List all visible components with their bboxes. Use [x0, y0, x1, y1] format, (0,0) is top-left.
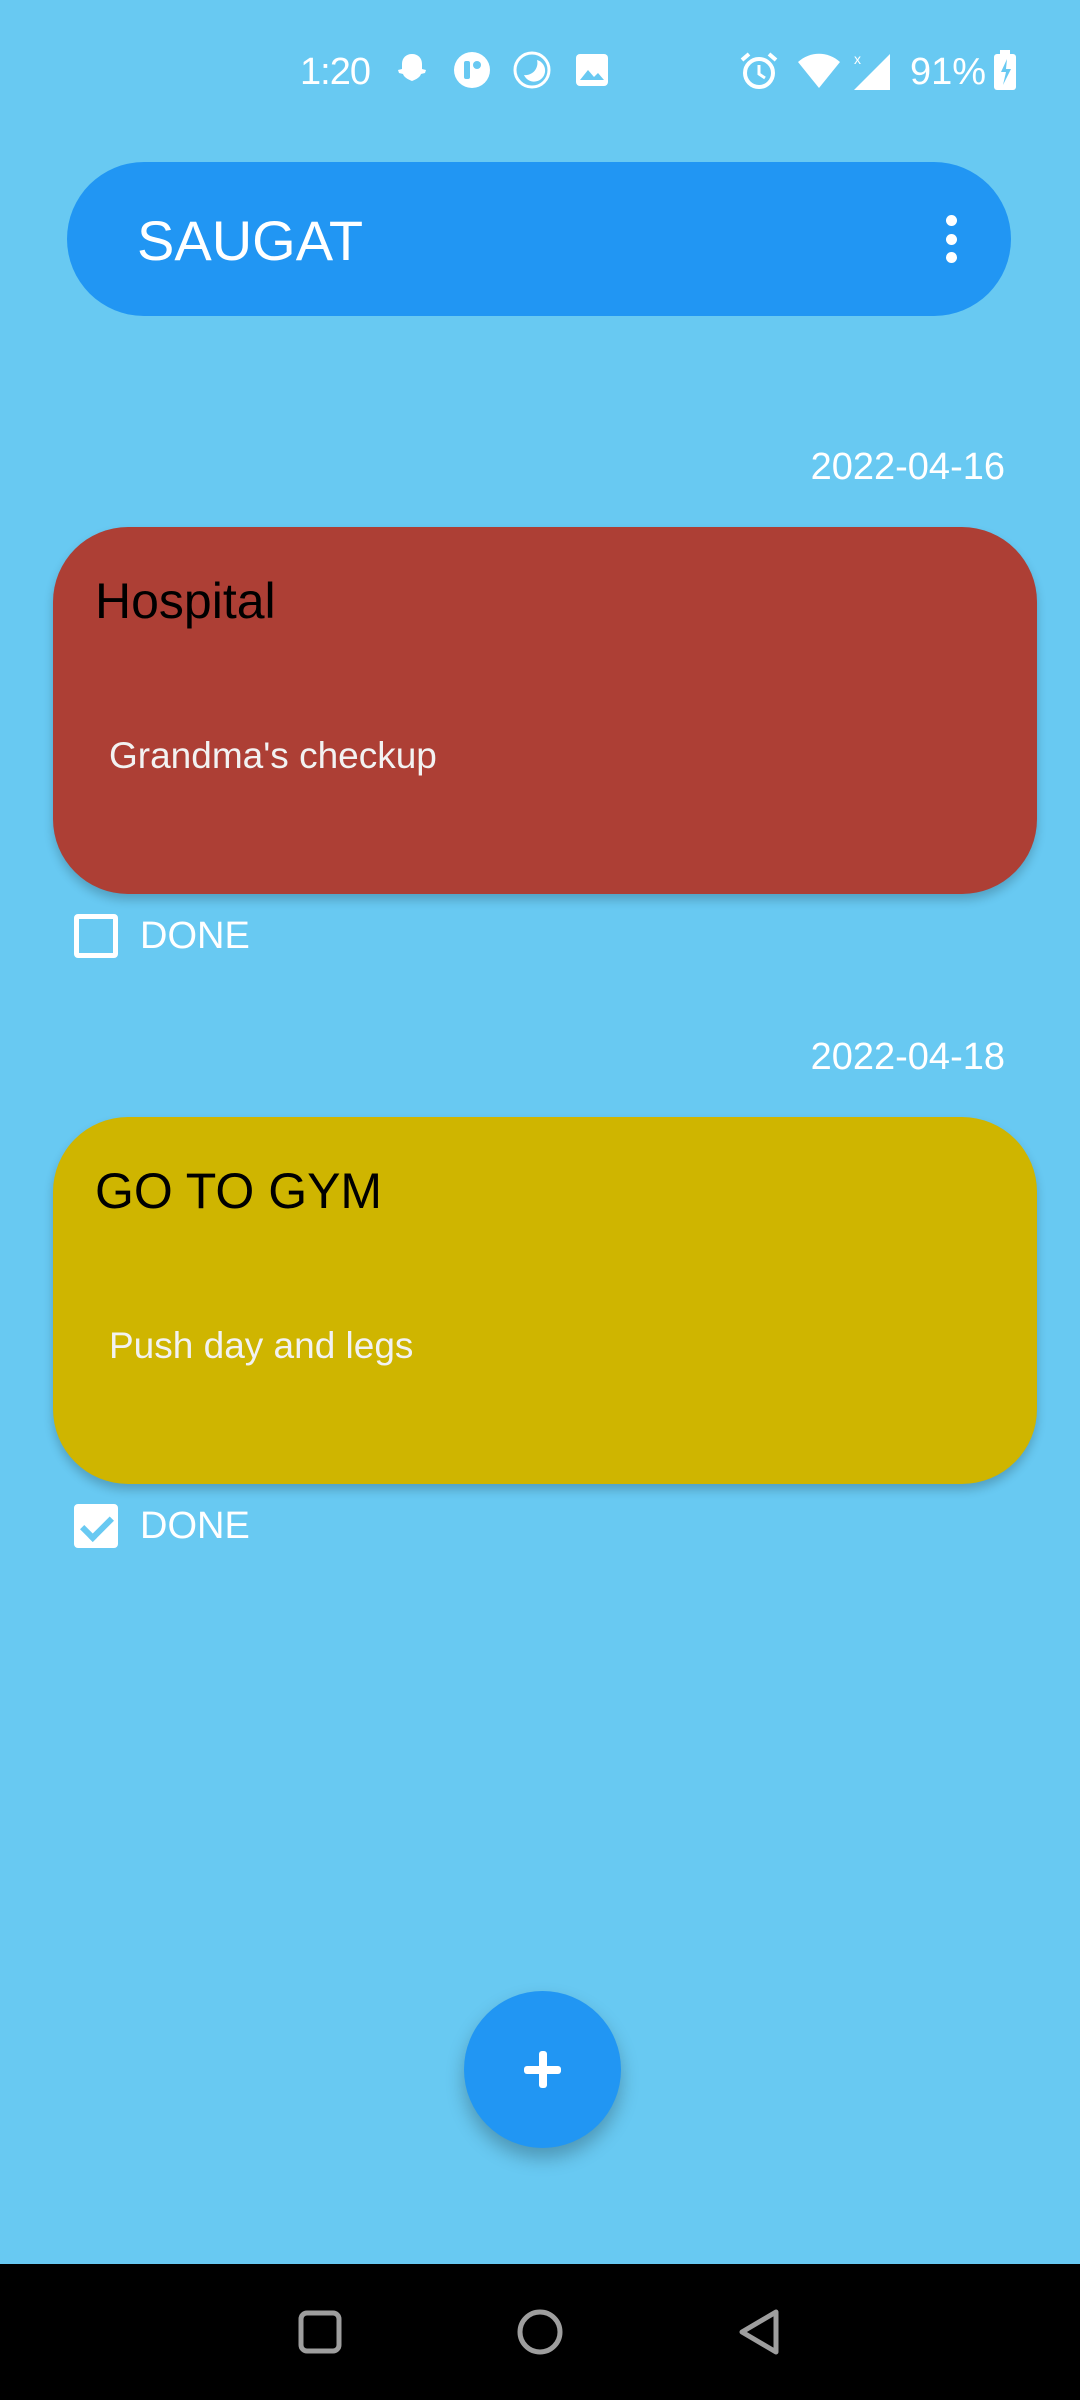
battery-icon: [994, 50, 1016, 90]
navigation-bar: [0, 2264, 1080, 2400]
status-time: 1:20: [300, 51, 371, 93]
task-card[interactable]: Hospital Grandma's checkup: [53, 527, 1037, 894]
recent-apps-icon[interactable]: [292, 2304, 348, 2360]
done-label: DONE: [140, 1504, 250, 1547]
task-description: Grandma's checkup: [109, 735, 437, 776]
task-date: 2022-04-16: [810, 446, 1005, 488]
wifi-icon: [798, 53, 840, 88]
done-checkbox[interactable]: [74, 1504, 118, 1548]
home-icon[interactable]: [512, 2304, 568, 2360]
task-title: Hospital: [95, 573, 276, 629]
done-label: DONE: [140, 914, 250, 957]
image-icon: [576, 54, 608, 86]
app-bar: SAUGAT: [67, 162, 1011, 316]
back-icon[interactable]: [732, 2304, 788, 2360]
more-vertical-icon[interactable]: [931, 209, 971, 269]
snapchat-icon: [398, 54, 426, 81]
app-icon: [454, 52, 490, 88]
add-task-button[interactable]: [464, 1991, 621, 2148]
task-card[interactable]: GO TO GYM Push day and legs: [53, 1117, 1037, 1484]
signal-icon: x: [854, 51, 890, 90]
done-checkbox[interactable]: [74, 914, 118, 958]
task-title: GO TO GYM: [95, 1163, 383, 1219]
alarm-icon: [740, 52, 778, 89]
task-description: Push day and legs: [109, 1325, 414, 1366]
done-checkbox-row[interactable]: DONE: [74, 910, 250, 962]
battery-percentage: 91%: [910, 51, 987, 93]
svg-text:x: x: [854, 51, 861, 67]
app-title: SAUGAT: [137, 209, 364, 272]
moon-icon: [513, 51, 551, 89]
task-date: 2022-04-18: [810, 1036, 1005, 1078]
done-checkbox-row[interactable]: DONE: [74, 1500, 250, 1552]
status-bar: 1:20 x 91%: [0, 0, 1080, 140]
